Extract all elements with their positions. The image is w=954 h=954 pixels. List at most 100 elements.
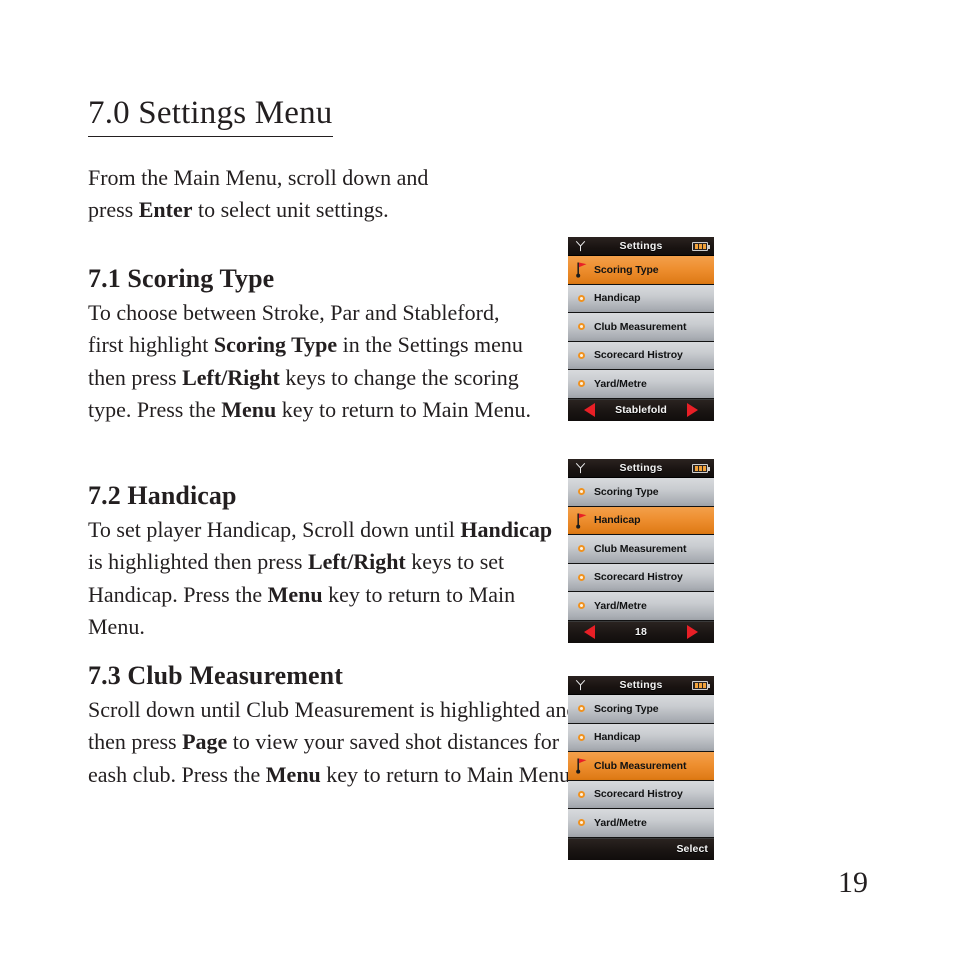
ring-bullet-icon — [577, 573, 585, 581]
bullet-icon — [568, 351, 594, 359]
menu-item-label: Scoring Type — [594, 263, 659, 276]
flag-marker — [568, 512, 594, 529]
ring-bullet-icon — [577, 545, 585, 553]
menu-item-label: Scoring Type — [594, 485, 659, 498]
device-screenshot-handicap: Settings Scoring Type Handicap Club Measure… — [568, 459, 714, 643]
battery-icon — [692, 681, 710, 690]
footer-value[interactable]: Select — [676, 843, 708, 855]
body-text: key to return to Main Menu. — [276, 397, 531, 423]
flag-icon — [575, 513, 586, 529]
menu-item[interactable]: Handicap — [568, 723, 714, 752]
body-emphasis-page: Page — [182, 729, 228, 755]
menu-item-label: Scorecard Histroy — [594, 571, 683, 584]
section-heading: 7.3 Club Measurement — [88, 661, 344, 690]
ring-bullet-icon — [577, 323, 585, 331]
device-header: Settings — [568, 676, 714, 695]
body-emphasis-menu: Menu — [267, 581, 323, 607]
manual-page: 7.0 Settings Menu From the Main Menu, sc… — [0, 0, 954, 954]
satellite-icon — [575, 679, 586, 691]
bullet-icon — [568, 790, 594, 798]
menu-item[interactable]: Handicap — [568, 284, 714, 313]
body-text: To set player Handicap, Scroll down unti… — [88, 516, 461, 542]
menu-item-label: Club Measurement — [594, 542, 687, 555]
menu-item-label: Yard/Metre — [594, 816, 647, 829]
menu-item-label: Handicap — [594, 292, 641, 305]
menu-item[interactable]: Club Measurement — [568, 535, 714, 564]
menu-item-label: Club Measurement — [594, 320, 687, 333]
section-heading: 7.2 Handicap — [88, 481, 237, 510]
device-footer-bar: 18 — [568, 620, 714, 643]
section-club-measurement: 7.3 Club Measurement Scroll down until C… — [88, 660, 580, 791]
bullet-icon — [568, 705, 594, 713]
ring-bullet-icon — [577, 705, 585, 713]
battery-icon — [692, 242, 710, 251]
arrow-left-icon[interactable] — [584, 403, 595, 417]
body-emphasis-scoring-type: Scoring Type — [213, 332, 338, 358]
device-footer-bar: Select — [568, 837, 714, 860]
arrow-right-icon[interactable] — [687, 403, 698, 417]
intro-key-enter: Enter — [138, 197, 193, 222]
menu-item-selected[interactable]: Handicap — [568, 506, 714, 535]
device-header-title: Settings — [619, 679, 663, 691]
bullet-icon — [568, 819, 594, 827]
menu-item-label: Scorecard Histroy — [594, 349, 683, 362]
ring-bullet-icon — [577, 294, 585, 302]
intro-paragraph: From the Main Menu, scroll down and pres… — [88, 162, 433, 226]
menu-item[interactable]: Scoring Type — [568, 478, 714, 507]
menu-item-label: Handicap — [594, 731, 641, 744]
ring-bullet-icon — [577, 790, 585, 798]
ring-bullet-icon — [577, 380, 585, 388]
body-emphasis-left-right: Left/Right — [182, 364, 280, 390]
menu-item[interactable]: Club Measurement — [568, 313, 714, 342]
page-number: 19 — [838, 866, 868, 899]
menu-item-label: Yard/Metre — [594, 599, 647, 612]
section-body: To set player Handicap, Scroll down unti… — [88, 514, 560, 644]
flag-icon — [575, 262, 586, 278]
arrow-left-icon[interactable] — [584, 625, 595, 639]
battery-icon — [692, 464, 710, 473]
footer-value: 18 — [635, 626, 647, 638]
device-menu-list: Scoring Type Handicap Club Measurement Scor… — [568, 695, 714, 838]
section-heading: 7.1 Scoring Type — [88, 264, 275, 293]
menu-item-label: Club Measurement — [594, 759, 687, 772]
menu-item-label: Yard/Metre — [594, 377, 647, 390]
ring-bullet-icon — [577, 733, 585, 741]
menu-item[interactable]: Yard/Metre — [568, 809, 714, 838]
body-emphasis-menu: Menu — [221, 397, 277, 423]
footer-value: Stablefold — [615, 404, 667, 416]
bullet-icon — [568, 733, 594, 741]
menu-item-label: Scorecard Histroy — [594, 788, 683, 801]
menu-item[interactable]: Scoring Type — [568, 695, 714, 724]
ring-bullet-icon — [577, 488, 585, 496]
menu-item[interactable]: Yard/Metre — [568, 370, 714, 399]
menu-item-selected[interactable]: Scoring Type — [568, 256, 714, 285]
body-text: key to return to Main Menu. — [320, 761, 576, 787]
ring-bullet-icon — [577, 602, 585, 610]
bullet-icon — [568, 380, 594, 388]
device-menu-list: Scoring Type Handicap Club Measurement Scor… — [568, 256, 714, 399]
menu-item[interactable]: Yard/Metre — [568, 592, 714, 621]
arrow-right-icon[interactable] — [687, 625, 698, 639]
body-emphasis-left-right: Left/Right — [307, 549, 406, 575]
menu-item[interactable]: Scorecard Histroy — [568, 341, 714, 370]
bullet-icon — [568, 602, 594, 610]
device-header: Settings — [568, 459, 714, 478]
ring-bullet-icon — [577, 351, 585, 359]
page-title: 7.0 Settings Menu — [88, 94, 333, 137]
bullet-icon — [568, 323, 594, 331]
menu-item[interactable]: Scorecard Histroy — [568, 563, 714, 592]
flag-marker — [568, 757, 594, 774]
ring-bullet-icon — [577, 819, 585, 827]
flag-marker — [568, 261, 594, 278]
bullet-icon — [568, 573, 594, 581]
bullet-icon — [568, 545, 594, 553]
bullet-icon — [568, 488, 594, 496]
section-scoring-type: 7.1 Scoring Type To choose between Strok… — [88, 263, 540, 427]
device-footer-bar: Stablefold — [568, 398, 714, 421]
section-body: To choose between Stroke, Par and Stable… — [88, 297, 540, 427]
menu-item-label: Scoring Type — [594, 702, 659, 715]
menu-item-selected[interactable]: Club Measurement — [568, 752, 714, 781]
section-handicap: 7.2 Handicap To set player Handicap, Scr… — [88, 480, 560, 644]
menu-item[interactable]: Scorecard Histroy — [568, 780, 714, 809]
intro-text-c: to select unit settings. — [192, 197, 389, 222]
